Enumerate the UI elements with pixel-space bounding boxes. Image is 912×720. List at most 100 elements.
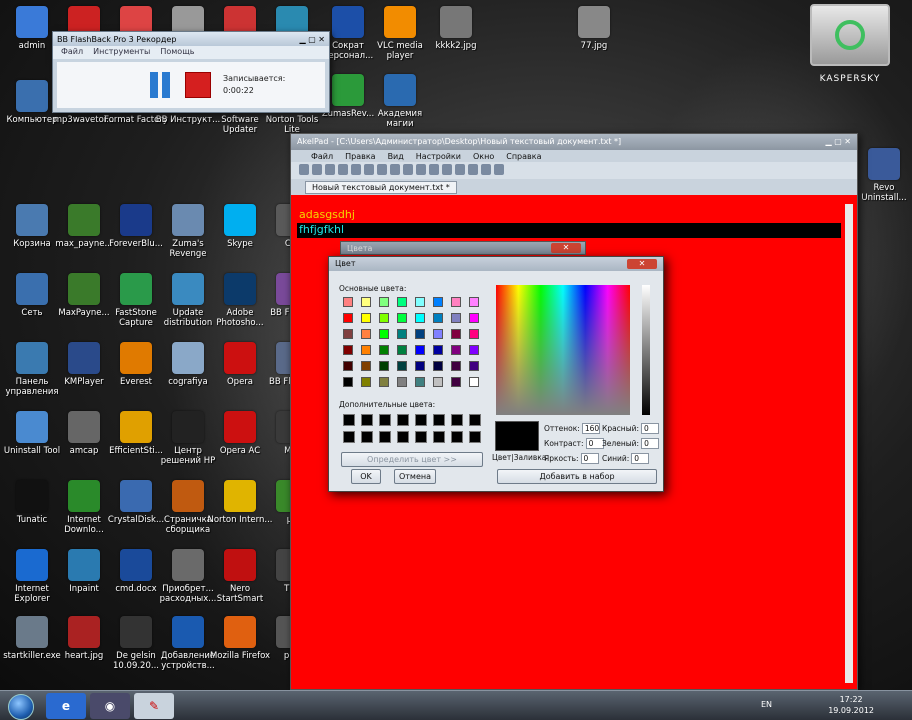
custom-color-slot[interactable] — [469, 431, 481, 443]
color-swatch[interactable] — [361, 297, 371, 307]
menu-file[interactable]: Файл — [311, 152, 333, 161]
help-icon[interactable] — [494, 164, 504, 175]
custom-color-slot[interactable] — [343, 414, 355, 426]
menu-help[interactable]: Справка — [506, 152, 541, 161]
color-swatch[interactable] — [343, 297, 353, 307]
color-swatch[interactable] — [397, 313, 407, 323]
custom-color-slot[interactable] — [361, 431, 373, 443]
color-swatch[interactable] — [415, 313, 425, 323]
custom-color-slot[interactable] — [415, 414, 427, 426]
replace-icon[interactable] — [429, 164, 439, 175]
color-swatch[interactable] — [415, 345, 425, 355]
font-icon[interactable] — [442, 164, 452, 175]
color-swatch[interactable] — [451, 345, 461, 355]
color-swatch[interactable] — [433, 345, 443, 355]
custom-color-slot[interactable] — [379, 414, 391, 426]
custom-color-slot[interactable] — [415, 431, 427, 443]
color-swatch[interactable] — [361, 361, 371, 371]
color-swatch[interactable] — [343, 361, 353, 371]
color-swatch[interactable] — [469, 361, 479, 371]
window-controls[interactable]: ▁ ▢ ✕ — [300, 35, 326, 44]
akelpad-titlebar[interactable]: AkelPad - [C:\Users\Администратор\Deskto… — [291, 134, 857, 150]
paste-icon[interactable] — [377, 164, 387, 175]
color-swatch[interactable] — [433, 329, 443, 339]
color-swatch[interactable] — [433, 297, 443, 307]
recorder-titlebar[interactable]: BB FlashBack Pro 3 Рекордер ▁ ▢ ✕ — [53, 32, 329, 46]
color-swatch[interactable] — [379, 377, 389, 387]
ie-taskbar-button[interactable]: e — [46, 693, 86, 719]
custom-color-slot[interactable] — [433, 431, 445, 443]
color-swatch[interactable] — [361, 313, 371, 323]
color-swatch[interactable] — [397, 329, 407, 339]
cut-icon[interactable] — [351, 164, 361, 175]
color-swatch[interactable] — [361, 345, 371, 355]
find-icon[interactable] — [416, 164, 426, 175]
color-swatch[interactable] — [433, 361, 443, 371]
language-indicator[interactable]: EN — [761, 700, 772, 709]
menu-settings[interactable]: Настройки — [416, 152, 461, 161]
menu-edit[interactable]: Правка — [345, 152, 375, 161]
menu-window[interactable]: Окно — [473, 152, 494, 161]
menu-file[interactable]: Файл — [61, 47, 83, 58]
color-swatch[interactable] — [343, 377, 353, 387]
kaspersky-gadget[interactable]: KASPERSKY — [808, 4, 892, 116]
color-icon[interactable] — [455, 164, 465, 175]
color-swatch[interactable] — [469, 329, 479, 339]
hue-input[interactable]: 160 — [581, 423, 600, 434]
media-center-taskbar-button[interactable]: ◉ — [90, 693, 130, 719]
color-swatch[interactable] — [451, 313, 461, 323]
color-spectrum[interactable] — [496, 285, 630, 415]
copy-icon[interactable] — [364, 164, 374, 175]
desktop-icon[interactable]: kkkk2.jpg — [422, 6, 490, 51]
custom-color-slot[interactable] — [451, 431, 463, 443]
menu-tools[interactable]: Инструменты — [93, 47, 150, 58]
recorder-window[interactable]: BB FlashBack Pro 3 Рекордер ▁ ▢ ✕ Файл И… — [52, 31, 330, 113]
colors-window-titlebar[interactable]: Цвета ✕ — [340, 241, 586, 255]
color-swatch[interactable] — [469, 313, 479, 323]
close-icon[interactable]: ✕ — [627, 259, 657, 269]
lum-input[interactable]: 0 — [580, 453, 599, 464]
color-swatch[interactable] — [379, 329, 389, 339]
luminance-slider[interactable] — [642, 285, 650, 415]
color-swatch[interactable] — [361, 329, 371, 339]
color-swatch[interactable] — [379, 345, 389, 355]
ok-button[interactable]: OK — [351, 469, 381, 484]
wrap-icon[interactable] — [468, 164, 478, 175]
desktop-icon[interactable]: 77.jpg — [560, 6, 628, 51]
redo-icon[interactable] — [403, 164, 413, 175]
color-swatch[interactable] — [415, 377, 425, 387]
sat-input[interactable]: 0 — [585, 438, 604, 449]
vertical-scrollbar[interactable] — [845, 204, 853, 683]
color-swatch[interactable] — [397, 345, 407, 355]
desktop-icon[interactable]: Revo Uninstall... — [850, 148, 912, 203]
define-color-button[interactable]: Определить цвет >> — [341, 452, 483, 467]
color-swatch[interactable] — [415, 297, 425, 307]
color-swatch[interactable] — [469, 345, 479, 355]
clock[interactable]: 17:22 19.09.2012 — [828, 694, 874, 716]
color-swatch[interactable] — [433, 377, 443, 387]
cancel-button[interactable]: Отмена — [394, 469, 436, 484]
color-swatch[interactable] — [343, 329, 353, 339]
color-swatch[interactable] — [451, 361, 461, 371]
custom-color-slot[interactable] — [379, 431, 391, 443]
custom-color-slot[interactable] — [397, 431, 409, 443]
blue-input[interactable]: 0 — [631, 453, 650, 464]
color-swatch[interactable] — [343, 313, 353, 323]
add-to-custom-button[interactable]: Добавить в набор — [497, 469, 657, 484]
color-swatch[interactable] — [469, 377, 479, 387]
custom-color-slot[interactable] — [433, 414, 445, 426]
red-input[interactable]: 0 — [641, 423, 660, 434]
menu-view[interactable]: Вид — [388, 152, 404, 161]
custom-color-slot[interactable] — [451, 414, 463, 426]
close-icon[interactable]: ✕ — [551, 243, 581, 253]
color-swatch[interactable] — [451, 297, 461, 307]
text-line-1[interactable]: adasgsdhj — [299, 208, 355, 221]
color-swatch[interactable] — [469, 297, 479, 307]
new-icon[interactable] — [299, 164, 309, 175]
custom-color-slot[interactable] — [469, 414, 481, 426]
stop-button[interactable] — [185, 72, 211, 98]
print-icon[interactable] — [338, 164, 348, 175]
start-button[interactable] — [8, 694, 34, 720]
color-swatch[interactable] — [379, 313, 389, 323]
akelpad-taskbar-button[interactable]: ✎ — [134, 693, 174, 719]
